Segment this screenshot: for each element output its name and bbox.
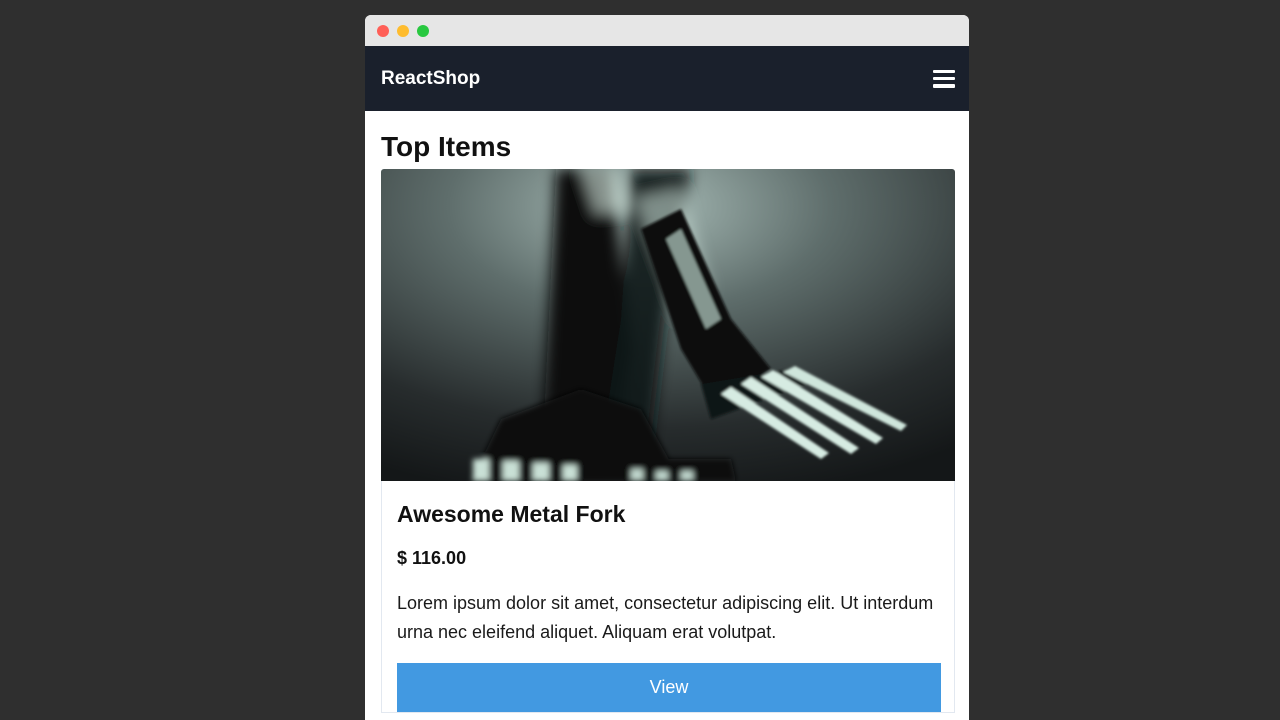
product-card: Awesome Metal Fork $ 116.00 Lorem ipsum … <box>381 169 955 713</box>
hamburger-line <box>933 76 955 81</box>
hamburger-menu-icon[interactable] <box>933 69 955 88</box>
product-description: Lorem ipsum dolor sit amet, consectetur … <box>397 593 934 642</box>
hamburger-line <box>933 69 955 73</box>
minimize-window-button[interactable] <box>397 24 409 37</box>
maximize-window-button[interactable] <box>417 24 429 37</box>
navbar: ReactShop <box>365 46 969 111</box>
forks-photo <box>381 169 955 481</box>
product-image[interactable] <box>381 169 955 481</box>
window-titlebar <box>365 15 969 46</box>
product-name[interactable]: Awesome Metal Fork <box>397 501 940 528</box>
page-title: Top Items <box>381 131 512 162</box>
browser-window: ReactShop Top Items Awesome Metal Fork $… <box>365 15 969 720</box>
product-price: $ 116.00 <box>397 548 467 568</box>
brand-logo[interactable]: ReactShop <box>381 68 480 90</box>
close-window-button[interactable] <box>377 24 389 37</box>
hamburger-line <box>933 84 955 88</box>
view-product-button[interactable]: View <box>397 663 941 712</box>
product-card-body: Awesome Metal Fork $ 116.00 Lorem ipsum … <box>382 481 954 712</box>
main-content: Top Items Awesome Metal Fork $ 116.00 Lo… <box>365 131 969 713</box>
